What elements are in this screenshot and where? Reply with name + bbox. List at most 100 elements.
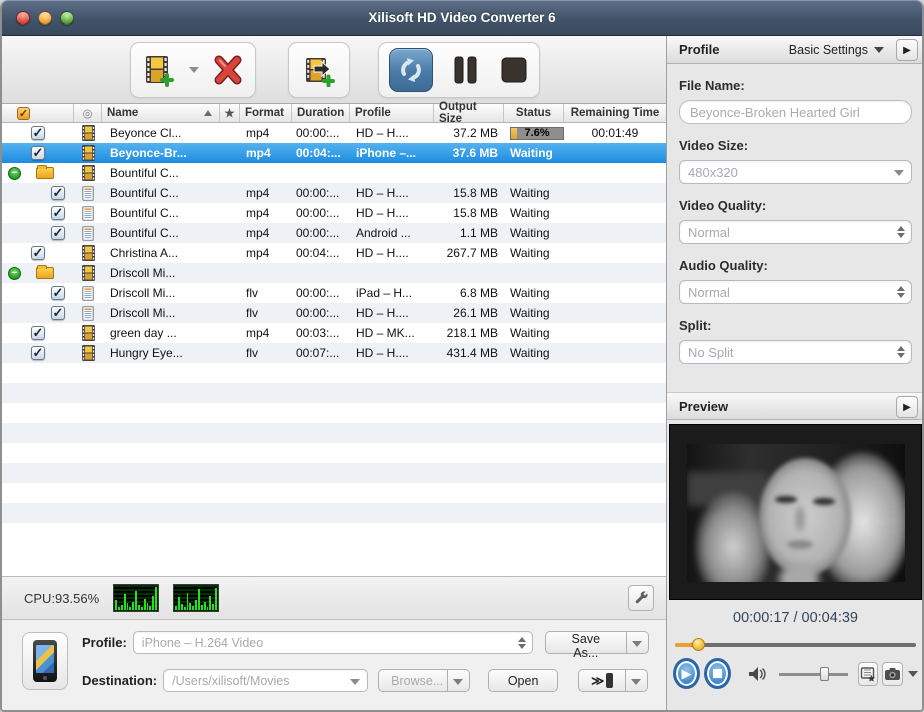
title-bar[interactable]: Xilisoft HD Video Converter 6 [2,0,922,36]
convert-button[interactable] [389,48,433,92]
film-star-icon [860,666,876,682]
add-file-button[interactable] [141,53,175,87]
snapshot-button[interactable] [882,662,903,686]
file-name-field[interactable]: Beyonce-Broken Hearted Girl [679,100,912,124]
stop-playback-button[interactable] [704,658,731,689]
stepper-icon [897,346,905,358]
row-format: mp4 [240,143,292,163]
playback-time: 00:00:17 / 00:04:39 [667,610,924,626]
table-row[interactable]: ✓Beyonce-Br...mp400:04:...iPhone –...37.… [2,143,666,163]
cpu-usage-bar: CPU:93.56% [2,576,666,620]
audio-quality-select[interactable]: Normal [679,280,912,304]
row-checkbox[interactable]: ✓ [51,186,65,200]
output-settings-panel: Profile: iPhone – H.264 Video Save As...… [2,620,666,710]
destination-select[interactable]: /Users/xilisoft/Movies [163,669,368,692]
film-icon [82,345,95,361]
audio-quality-label: Audio Quality: [679,258,912,273]
zoom-button[interactable] [60,11,74,25]
folder-icon [36,167,54,179]
name-column[interactable]: Name [102,104,220,122]
seek-handle[interactable] [692,638,705,651]
merge-button[interactable] [302,53,336,87]
play-button[interactable]: ▶ [673,658,700,689]
device-button[interactable] [22,632,68,690]
clip-doc-icon [82,186,94,201]
output-size-column[interactable]: Output Size [434,104,504,122]
seek-bar[interactable] [675,638,916,650]
add-file-dropdown-caret[interactable] [189,67,199,73]
table-row[interactable]: −Bountiful C... [2,163,666,183]
device-mini-icon [606,673,613,688]
iphone-icon [33,640,57,682]
video-quality-select[interactable]: Normal [679,220,912,244]
table-row[interactable]: ✓Driscoll Mi...flv00:00:...HD – H....26.… [2,303,666,323]
file-name-label: File Name: [679,78,912,93]
table-row[interactable]: −Driscoll Mi... [2,263,666,283]
profile-select[interactable]: iPhone – H.264 Video [133,631,533,654]
duration-column[interactable]: Duration [292,104,350,122]
table-row[interactable]: ✓Christina A...mp400:04:...HD – H....267… [2,243,666,263]
pause-button[interactable] [451,54,481,86]
collapse-icon[interactable]: − [8,267,21,280]
snapshot-folder-button[interactable] [858,662,879,686]
star-column[interactable]: ★ [220,104,240,122]
save-as-button[interactable]: Save As... [545,631,627,654]
row-checkbox[interactable]: ✓ [51,306,65,320]
status-column[interactable]: Status [504,104,564,122]
split-select[interactable]: No Split [679,340,912,364]
transfer-to-device-button[interactable]: ≫ [578,669,626,692]
table-row[interactable]: ✓Hungry Eye...flv00:07:...HD – H....431.… [2,343,666,363]
row-profile: iPhone –... [350,143,434,163]
row-checkbox[interactable]: ✓ [31,146,45,160]
row-checkbox[interactable]: ✓ [31,126,45,140]
table-row[interactable]: ✓Bountiful C...mp400:00:...Android ...1.… [2,223,666,243]
delete-button[interactable] [211,54,245,86]
transfer-dropdown[interactable] [626,669,648,692]
row-checkbox[interactable]: ✓ [31,326,45,340]
profile-expand-button[interactable]: ▶ [896,39,918,61]
row-output-size: 37.6 MB [434,143,504,163]
row-checkbox[interactable]: ✓ [31,346,45,360]
stop-button[interactable] [499,54,529,86]
row-name: Bountiful C... [102,203,220,223]
browse-button[interactable]: Browse... [378,669,448,692]
profile-column[interactable]: Profile [350,104,434,122]
row-format: mp4 [240,183,292,203]
settings-wrench-button[interactable] [628,585,654,611]
format-column[interactable]: Format [240,104,292,122]
row-checkbox[interactable]: ✓ [51,226,65,240]
row-output-size [434,263,504,283]
status-icon-column[interactable]: ◎ [74,104,102,122]
row-output-size: 26.1 MB [434,303,504,323]
select-all-checkbox[interactable]: ✓ [17,107,30,120]
table-row[interactable]: ✓green day ...mp400:03:...HD – MK...218.… [2,323,666,343]
video-size-select[interactable]: 480x320 [679,160,912,184]
table-row[interactable]: ✓Bountiful C...mp400:00:...HD – H....15.… [2,183,666,203]
close-button[interactable] [16,11,30,25]
table-row[interactable]: ✓Driscoll Mi...flv00:00:...iPad – H...6.… [2,283,666,303]
collapse-icon[interactable]: − [8,167,21,180]
remaining-time-column[interactable]: Remaining Time [564,104,666,122]
row-remaining-time [564,243,666,263]
table-row[interactable]: ✓Beyonce Cl...mp400:00:...HD – H....37.2… [2,123,666,143]
volume-slider[interactable] [779,667,848,681]
table-row[interactable]: ✓Bountiful C...mp400:00:...HD – H....15.… [2,203,666,223]
row-checkbox[interactable]: ✓ [31,246,45,260]
row-duration: 00:00:... [292,123,350,143]
row-profile [350,163,434,183]
clip-doc-icon [82,286,94,301]
browse-dropdown[interactable] [448,669,470,692]
row-checkbox[interactable]: ✓ [51,286,65,300]
save-as-dropdown[interactable] [627,631,649,654]
select-all-column[interactable]: ✓ [2,104,74,122]
preview-section-title: Preview [679,399,728,414]
preset-dropdown[interactable]: Basic Settings [789,43,884,57]
row-checkbox[interactable]: ✓ [51,206,65,220]
snapshot-dropdown-caret[interactable] [908,671,918,677]
minimize-button[interactable] [38,11,52,25]
preview-expand-button[interactable]: ▶ [896,396,918,418]
wrench-icon [632,589,650,607]
volume-handle[interactable] [820,667,829,681]
open-button[interactable]: Open [488,669,558,692]
toolbar [2,36,666,104]
